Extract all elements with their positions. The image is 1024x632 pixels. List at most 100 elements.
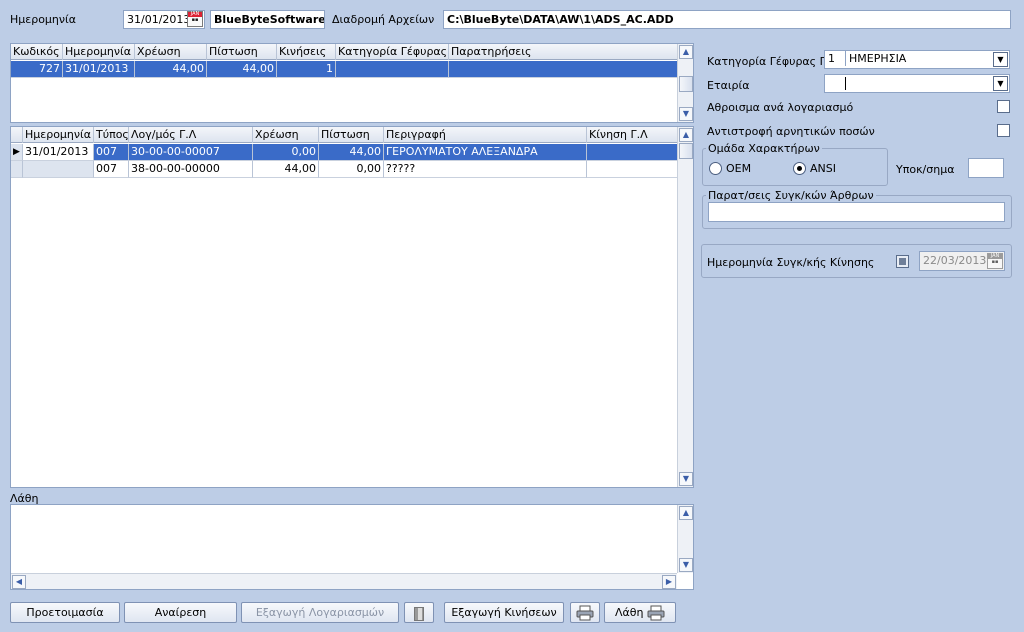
sync-date-checkbox[interactable] (896, 255, 909, 268)
bridge-category-code: 1 (828, 52, 835, 65)
sync-date-value: 22/03/2013 (923, 254, 987, 267)
cell-bridge-category[interactable] (336, 61, 449, 78)
scroll-up-icon[interactable]: ▲ (679, 45, 693, 59)
errors-hscroll[interactable]: ◀ ▶ (11, 573, 677, 589)
cell-gl-movement[interactable] (587, 144, 679, 161)
cell-entry-credit[interactable]: 44,00 (319, 144, 384, 161)
printer-icon (647, 605, 665, 621)
reverse-negative-checkbox[interactable] (997, 124, 1010, 137)
text-cursor (845, 77, 846, 90)
export-accounts-button[interactable]: Εξαγωγή Λογαριασμών (241, 602, 399, 623)
scroll-down-icon[interactable]: ▼ (679, 558, 693, 572)
col-entry-debit[interactable]: Χρέωση (253, 127, 319, 143)
cell-description[interactable]: ????? (384, 161, 587, 178)
cell-entry-debit[interactable]: 44,00 (253, 161, 319, 178)
col-code[interactable]: Κωδικός (11, 44, 63, 60)
cell-date[interactable]: 31/01/2013 (63, 61, 135, 78)
col-type[interactable]: Τύπος (94, 127, 129, 143)
errors-button-label: Λάθη (615, 606, 644, 619)
row-indicator (11, 161, 23, 178)
scroll-right-icon[interactable]: ▶ (662, 575, 676, 589)
date-label: Ημερομηνία (10, 13, 77, 26)
indeterminate-mark (899, 258, 906, 265)
scroll-down-icon[interactable]: ▼ (679, 472, 693, 486)
charset-group-label: Ομάδα Χαρακτήρων (706, 142, 822, 155)
cell-code[interactable]: 727 (11, 61, 63, 78)
prepare-button[interactable]: Προετοιμασία (10, 602, 120, 623)
file-path-label: Διαδρομή Αρχείων (332, 13, 435, 26)
cell-gl-movement[interactable] (587, 161, 679, 178)
scroll-down-icon[interactable]: ▼ (679, 107, 693, 121)
scroll-left-icon[interactable]: ◀ (12, 575, 26, 589)
col-gl-movement[interactable]: Κίνηση Γ.Λ (587, 127, 679, 143)
sum-per-account-label: Αθροισμα ανά λογαριασμό (707, 101, 854, 114)
file-path-input[interactable]: C:\BlueByte\DATA\AW\1\ADS_AC.ADD (443, 10, 1011, 29)
errors-button[interactable]: Λάθη (604, 602, 676, 623)
col-account[interactable]: Λογ/μός Γ.Λ (129, 127, 253, 143)
company-select[interactable]: ▼ (824, 74, 1010, 93)
scroll-up-icon[interactable]: ▲ (679, 128, 693, 142)
col-entry-credit[interactable]: Πίστωση (319, 127, 384, 143)
batches-grid[interactable]: Κωδικός Ημερομηνία Χρέωση Πίστωση Κινήσε… (10, 43, 694, 123)
schedule-button[interactable] (404, 602, 434, 623)
row-indicator-header (11, 127, 23, 143)
cell-description[interactable]: ΓΕΡΟΛΥΜΑΤΟΥ ΑΛΕΞΑΝΔΡΑ (384, 144, 587, 161)
printer-icon (576, 605, 594, 621)
col-entry-date[interactable]: Ημερομηνία (23, 127, 94, 143)
scroll-up-icon[interactable]: ▲ (679, 506, 693, 520)
bridge-category-select[interactable]: 1 ΗΜΕΡΗΣΙΑ ▼ (824, 50, 1010, 69)
col-debit[interactable]: Χρέωση (135, 44, 207, 60)
date-value: 31/01/2013 (127, 13, 191, 26)
entries-grid[interactable]: Ημερομηνία Τύπος Λογ/μός Γ.Λ Χρέωση Πίστ… (10, 126, 694, 488)
col-credit[interactable]: Πίστωση (207, 44, 277, 60)
errors-vscroll[interactable]: ▲ ▼ (677, 505, 693, 573)
table-row[interactable]: 007 38-00-00-00000 44,00 0,00 ????? (11, 161, 679, 178)
col-bridge-category[interactable]: Κατηγορία Γέφυρας ... (336, 44, 449, 60)
notes-group-label: Παρατ/σεις Συγκ/κών Άρθρων (706, 189, 876, 202)
col-description[interactable]: Περιγραφή (384, 127, 587, 143)
sum-per-account-checkbox[interactable] (997, 100, 1010, 113)
cell-account[interactable]: 30-00-00-00007 (129, 144, 253, 161)
ansi-radio[interactable] (793, 162, 806, 175)
candidate-label: Υποκ/σημα (896, 163, 955, 176)
company-code-field: BlueByteSoftware (210, 10, 325, 29)
chevron-down-icon[interactable]: ▼ (993, 52, 1008, 67)
cell-entry-credit[interactable]: 0,00 (319, 161, 384, 178)
col-movements[interactable]: Κινήσεις (277, 44, 336, 60)
chevron-down-icon[interactable]: ▼ (993, 76, 1008, 91)
cell-type[interactable]: 007 (94, 161, 129, 178)
export-movements-button[interactable]: Εξαγωγή Κινήσεων (444, 602, 564, 623)
cancel-button[interactable]: Αναίρεση (124, 602, 237, 623)
entries-vscroll[interactable]: ▲ ▼ (677, 127, 693, 487)
calendar-icon[interactable]: JAN ▪▪ (187, 11, 203, 27)
company-code-value: BlueByteSoftware (214, 13, 325, 26)
scroll-thumb[interactable] (679, 76, 693, 92)
notes-input[interactable] (708, 202, 1005, 222)
table-row[interactable]: ▶ 31/01/2013 007 30-00-00-00007 0,00 44,… (11, 144, 679, 161)
cell-entry-date[interactable]: 31/01/2013 (23, 144, 94, 161)
cell-entry-debit[interactable]: 0,00 (253, 144, 319, 161)
cell-movements[interactable]: 1 (277, 61, 336, 78)
cell-entry-date[interactable] (23, 161, 94, 178)
cell-account[interactable]: 38-00-00-00000 (129, 161, 253, 178)
batches-vscroll[interactable]: ▲ ▼ (677, 44, 693, 122)
reverse-negative-label: Αντιστροφή αρνητικών ποσών (707, 125, 875, 138)
bridge-category-value: ΗΜΕΡΗΣΙΑ (845, 51, 906, 66)
cell-credit[interactable]: 44,00 (207, 61, 277, 78)
oem-label: OEM (726, 162, 752, 175)
oem-radio[interactable] (709, 162, 722, 175)
file-path-value: C:\BlueByte\DATA\AW\1\ADS_AC.ADD (447, 13, 674, 26)
col-date[interactable]: Ημερομηνία (63, 44, 135, 60)
errors-memo[interactable]: ▲ ▼ ◀ ▶ (10, 504, 694, 590)
calendar-icon[interactable]: JAN ▪▪ (987, 253, 1003, 269)
current-row-arrow-icon: ▶ (11, 144, 23, 161)
scroll-thumb[interactable] (679, 143, 693, 159)
col-notes[interactable]: Παρατηρήσεις (449, 44, 677, 60)
sync-date-label: Ημερομηνία Συγκ/κής Κίνησης (707, 256, 875, 269)
table-row[interactable]: 727 31/01/2013 44,00 44,00 1 (11, 61, 677, 78)
print-movements-button[interactable] (570, 602, 600, 623)
candidate-input[interactable] (968, 158, 1004, 178)
cell-debit[interactable]: 44,00 (135, 61, 207, 78)
cell-type[interactable]: 007 (94, 144, 129, 161)
cell-notes[interactable] (449, 61, 677, 78)
